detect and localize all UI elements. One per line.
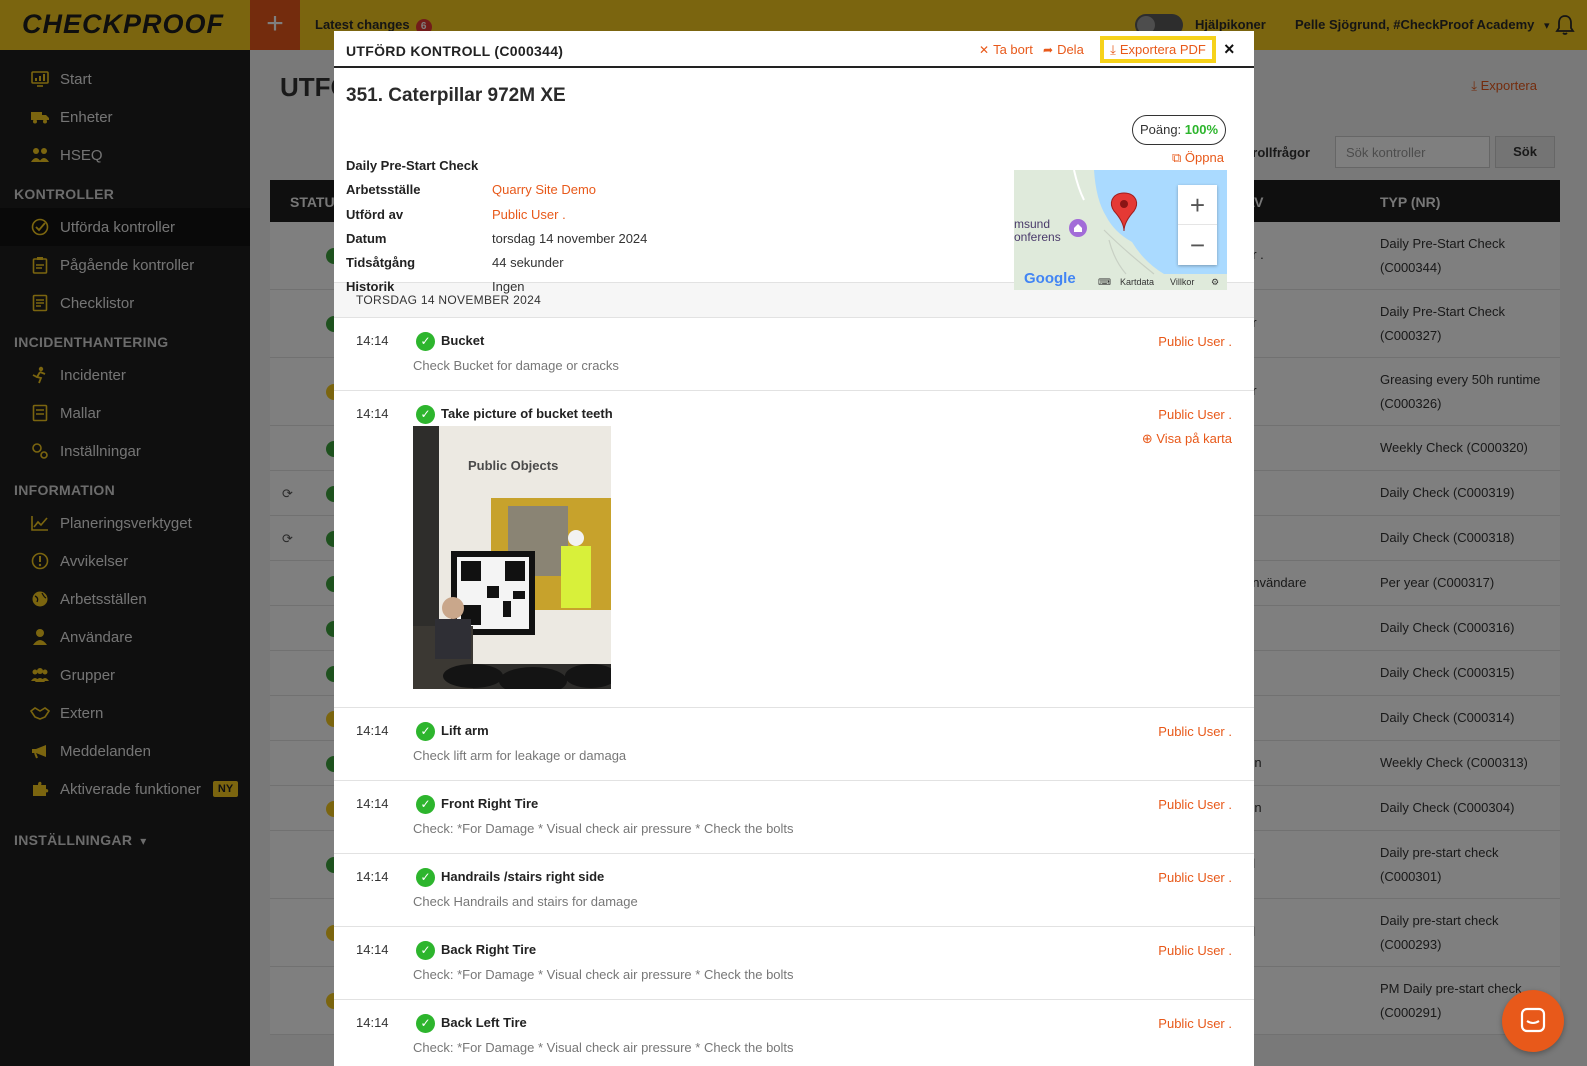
checkmark-icon: ✓	[416, 405, 435, 424]
show-on-map-label: Visa på karta	[1156, 431, 1232, 446]
entry-title: Front Right Tire	[441, 796, 539, 811]
entry-user-link[interactable]: Public User .	[1158, 943, 1232, 958]
entry-title: Take picture of bucket teeth	[441, 406, 613, 421]
entry-title: Back Right Tire	[441, 942, 537, 957]
photo-caption: Public Objects	[468, 458, 559, 473]
map-footer: ⌨ Kartdata Villkor ⚙	[1014, 274, 1227, 290]
share-button[interactable]: ➦ Dela	[1043, 42, 1084, 57]
show-on-map-link[interactable]: ⊕ Visa på karta	[1142, 431, 1232, 447]
checkmark-icon: ✓	[416, 1014, 435, 1033]
meta-key: Arbetsställe	[346, 182, 421, 197]
meta-key: Utförd av	[346, 207, 404, 222]
map-zoom-control: + −	[1178, 185, 1217, 265]
checkmark-icon: ✓	[416, 941, 435, 960]
entry-time: 14:14	[356, 1015, 389, 1030]
map-terms-link[interactable]: Villkor	[1170, 277, 1194, 287]
modal-close-button[interactable]: ×	[1224, 39, 1235, 60]
check-entry: 14:14 ✓ Lift arm Public User . Check lift ar…	[334, 708, 1254, 781]
meta-value: Ingen	[492, 279, 525, 294]
modal-title: UTFÖRD KONTROLL (C000344)	[346, 43, 564, 59]
checkmark-icon: ✓	[416, 868, 435, 887]
map-place-label: msund onferens	[1014, 218, 1061, 244]
meta-key: Datum	[346, 231, 387, 246]
zoom-in-button[interactable]: +	[1178, 185, 1217, 225]
check-entry: 14:14 ✓ Front Right Tire Public User . Check…	[334, 781, 1254, 854]
control-detail-modal: UTFÖRD KONTROLL (C000344) ✕ Ta bort ➦ Dela…	[334, 31, 1254, 1066]
entry-time: 14:14	[356, 942, 389, 957]
meta-value: 44 sekunder	[492, 255, 564, 270]
globe-icon: ⊕	[1141, 431, 1157, 446]
meta-value-link[interactable]: Quarry Site Demo	[492, 182, 596, 197]
delete-button[interactable]: ✕ Ta bort	[979, 42, 1033, 57]
entry-description: Check: *For Damage * Visual check air pr…	[413, 821, 794, 836]
entry-time: 14:14	[356, 796, 389, 811]
entry-time: 14:14	[356, 869, 389, 884]
meta-value-link[interactable]: Public User .	[492, 207, 566, 222]
checkmark-icon: ✓	[416, 722, 435, 741]
export-pdf-button[interactable]: ⤓ Exportera PDF	[1100, 36, 1216, 63]
entry-title: Back Left Tire	[441, 1015, 527, 1030]
score-label: Poäng:	[1139, 122, 1182, 137]
map-place-line: onferens	[1014, 230, 1061, 244]
modal-header: UTFÖRD KONTROLL (C000344) ✕ Ta bort ➦ Dela…	[334, 31, 1254, 68]
entry-user-link[interactable]: Public User .	[1158, 724, 1232, 739]
check-entry: 14:14 ✓ Back Left Tire Public User . Check: …	[334, 1000, 1254, 1066]
entry-user-link[interactable]: Public User .	[1158, 334, 1232, 349]
unit-title[interactable]: 351. Caterpillar 972M XE	[346, 85, 566, 107]
entry-title: Bucket	[441, 333, 485, 348]
check-entry: 14:14 ✓ Back Right Tire Public User . Check:…	[334, 927, 1254, 1000]
entry-time: 14:14	[356, 333, 389, 348]
chat-icon	[1520, 1007, 1546, 1033]
entry-user-link[interactable]: Public User .	[1158, 797, 1232, 812]
entry-description: Check: *For Damage * Visual check air pr…	[413, 967, 794, 982]
score-value: 100%	[1184, 122, 1219, 137]
entry-description: Check Bucket for damage or cracks	[413, 358, 619, 373]
export-pdf-label: Exportera PDF	[1119, 42, 1206, 57]
check-entry: 14:14 ✓ Handrails /stairs right side Public…	[334, 854, 1254, 927]
entry-user-link[interactable]: Public User .	[1158, 407, 1232, 422]
map-data-link[interactable]: Kartdata	[1120, 277, 1154, 287]
entry-title: Handrails /stairs right side	[441, 869, 605, 884]
open-label: Öppna	[1184, 150, 1224, 165]
entries-list: 14:14 ✓ Bucket Public User . Check Bucket fo…	[334, 318, 1254, 1066]
map-pin-icon[interactable]	[1109, 192, 1139, 232]
open-link[interactable]: ⧉ Öppna	[1172, 150, 1224, 166]
entry-description: Check lift arm for leakage or damaga	[413, 748, 627, 763]
checkmark-icon: ✓	[416, 332, 435, 351]
meta-key: Tidsåtgång	[346, 255, 416, 270]
check-name: Daily Pre-Start Check	[346, 158, 479, 173]
keyboard-icon[interactable]: ⌨	[1098, 277, 1111, 288]
meta-key: Historik	[346, 279, 395, 294]
map-settings-icon[interactable]: ⚙	[1211, 277, 1219, 288]
share-icon: ➦	[1043, 42, 1054, 57]
control-info: 351. Caterpillar 972M XE Poäng: 100% ⧉ Ö…	[334, 68, 1254, 294]
entry-description: Check Handrails and stairs for damage	[413, 894, 638, 909]
checkmark-icon: ✓	[416, 795, 435, 814]
external-link-icon: ⧉	[1172, 150, 1182, 165]
meta-value: torsdag 14 november 2024	[492, 231, 648, 246]
entry-user-link[interactable]: Public User .	[1158, 870, 1232, 885]
entry-time: 14:14	[356, 723, 389, 738]
location-map[interactable]: msund onferens + − Google ⌨ Kartdata Vil…	[1014, 170, 1227, 290]
entry-title: Lift arm	[441, 723, 489, 738]
entry-photo[interactable]: Public Objects	[413, 426, 611, 689]
check-entry: 14:14 ✓ Bucket Public User . Check Bucket fo…	[334, 318, 1254, 391]
entry-time: 14:14	[356, 406, 389, 421]
zoom-out-button[interactable]: −	[1178, 225, 1217, 265]
entry-user-link[interactable]: Public User .	[1158, 1016, 1232, 1031]
download-icon: ⤓	[1110, 41, 1116, 57]
delete-label: Ta bort	[993, 42, 1033, 57]
share-label: Dela	[1057, 42, 1084, 57]
close-icon: ✕	[979, 42, 990, 57]
chat-button[interactable]	[1502, 990, 1564, 1052]
check-entry: 14:14 ✓ Take picture of bucket teeth Public…	[334, 391, 1254, 708]
entry-description: Check: *For Damage * Visual check air pr…	[413, 1040, 794, 1055]
score-badge: Poäng: 100%	[1132, 115, 1226, 145]
